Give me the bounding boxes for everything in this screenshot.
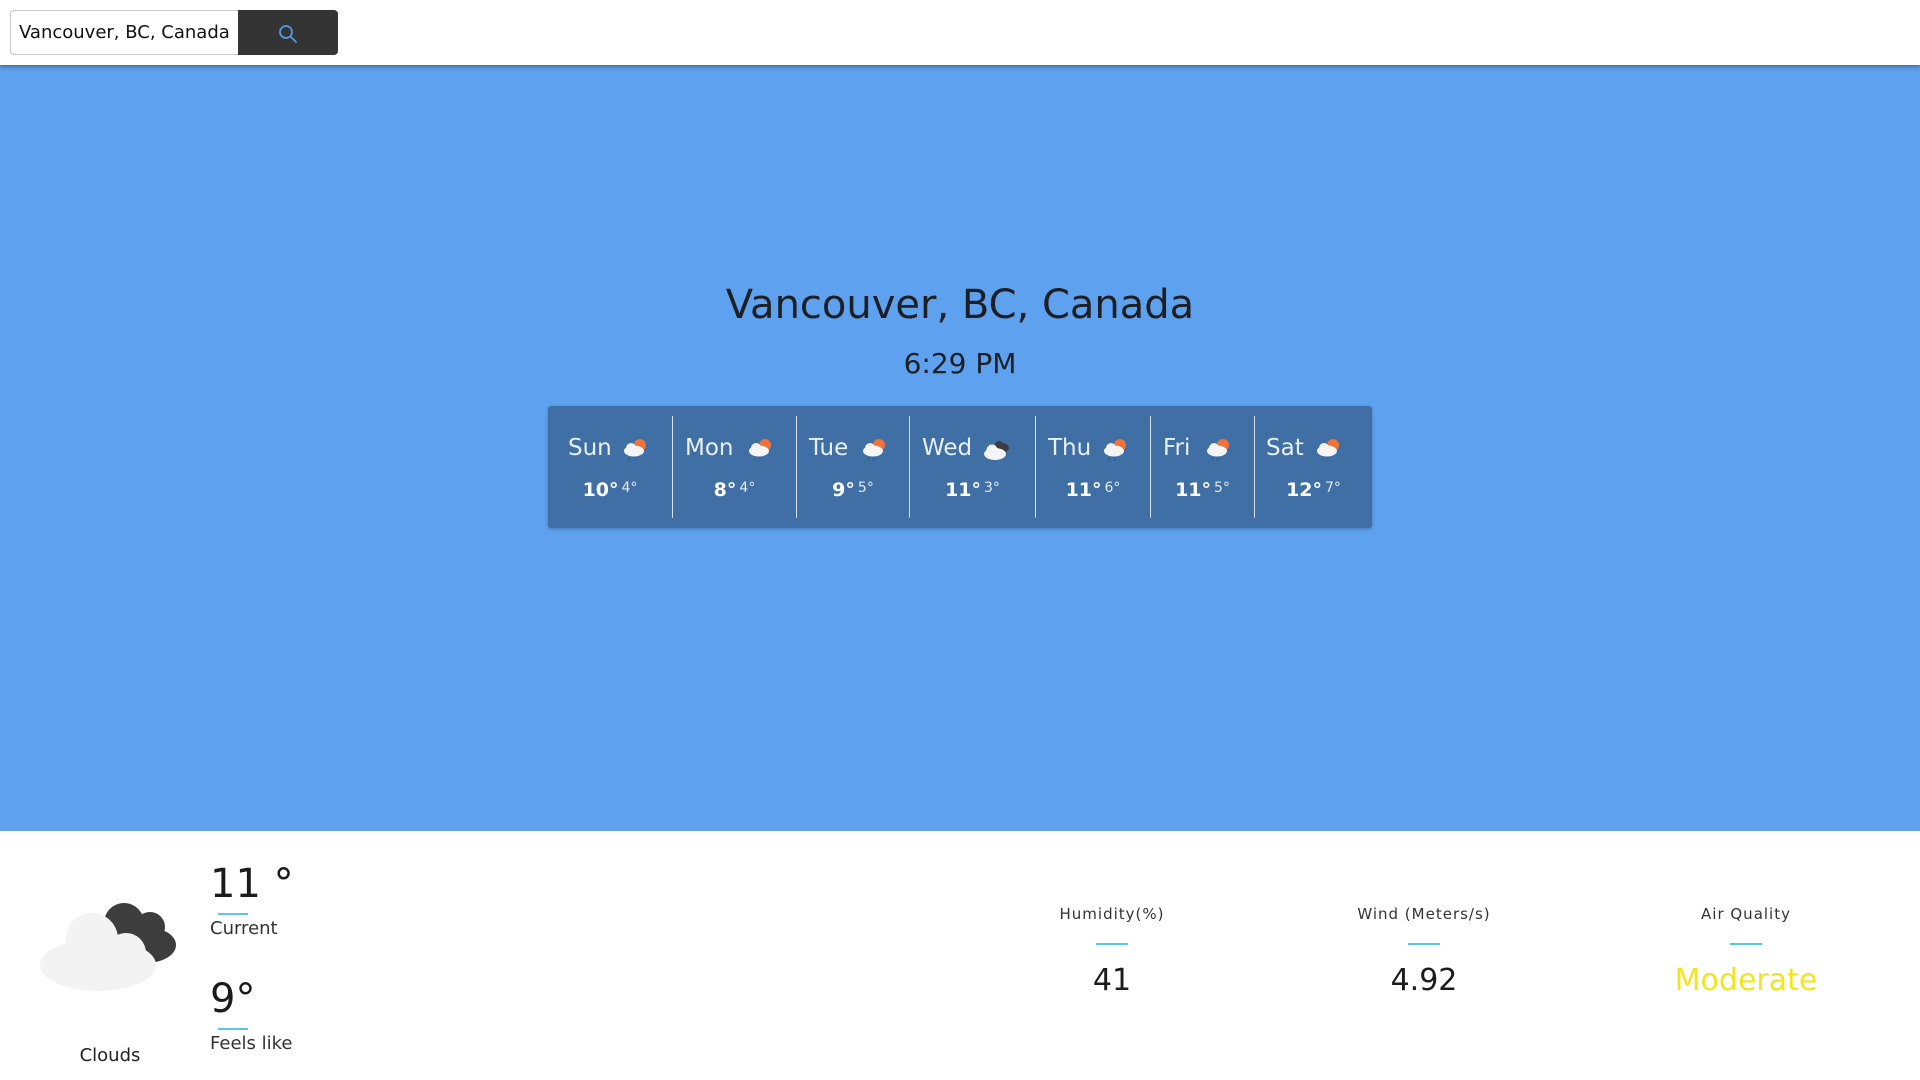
- divider: [1730, 943, 1762, 945]
- feels-like-temperature: 9°: [210, 976, 256, 1022]
- city-title: Vancouver, BC, Canada: [725, 282, 1195, 328]
- divider: [1096, 943, 1128, 945]
- wind-stat: Wind (Meters/s) 4.92: [1304, 905, 1544, 998]
- forecast-day-name: Tue: [809, 435, 849, 461]
- forecast-day: Tue 9° 5°: [796, 416, 909, 518]
- local-time: 6:29 PM: [903, 347, 1017, 380]
- forecast-low: 5°: [1214, 480, 1230, 496]
- forecast-high: 11°: [1175, 479, 1212, 501]
- search-icon: [279, 25, 297, 43]
- forecast-low: 5°: [857, 480, 874, 496]
- divider: [218, 913, 248, 915]
- forecast-day: Sun 10° 4°: [548, 416, 672, 518]
- forecast-low: 3°: [984, 480, 1000, 496]
- forecast-day: Thu 11° 6°: [1035, 416, 1150, 518]
- air-quality-label: Air Quality: [1701, 905, 1791, 923]
- humidity-value: 41: [1092, 963, 1132, 998]
- humidity-label: Humidity(%): [1059, 905, 1165, 923]
- forecast-day-name: Sun: [568, 435, 612, 461]
- forecast-low: 6°: [1104, 480, 1121, 496]
- current-label: Current: [210, 918, 278, 939]
- rain-sun-icon: [1104, 439, 1126, 462]
- top-bar: [0, 0, 1920, 65]
- current-temperature: 11 °: [210, 861, 294, 907]
- forecast-high: 12°: [1286, 479, 1323, 501]
- search-input[interactable]: [10, 10, 238, 55]
- forecast-day-name: Fri: [1163, 435, 1191, 461]
- forecast-high: 11°: [945, 479, 982, 501]
- rain-sun-icon: [1207, 439, 1229, 462]
- forecast-day-name: Mon: [685, 435, 734, 461]
- air-quality-value: Moderate: [1674, 963, 1818, 998]
- wind-label: Wind (Meters/s): [1357, 905, 1491, 923]
- divider: [1408, 943, 1440, 945]
- forecast-day-name: Sat: [1266, 435, 1304, 461]
- clouds-icon: [40, 903, 176, 991]
- humidity-stat: Humidity(%) 41: [992, 905, 1232, 998]
- cloudy-icon: [984, 441, 1009, 460]
- forecast-day: Sat 12° 7°: [1254, 416, 1372, 518]
- rain-sun-icon: [624, 439, 646, 462]
- forecast-low: 7°: [1325, 480, 1341, 496]
- rain-sun-icon: [1317, 439, 1339, 462]
- forecast-day: Wed 11° 3°: [909, 416, 1035, 518]
- hero-section: Vancouver, BC, Canada 6:29 PM Sun 10° 4° …: [0, 65, 1920, 831]
- forecast-high: 8°: [713, 479, 737, 501]
- rain-sun-icon: [863, 439, 885, 462]
- rain-sun-icon: [749, 439, 771, 462]
- weekly-forecast: Sun 10° 4° Mon 8° 4° Tue 9° 5° Wed 11° 3…: [548, 406, 1372, 528]
- feels-like-label: Feels like: [210, 1033, 293, 1054]
- air-quality-stat: Air Quality Moderate: [1626, 905, 1866, 998]
- wind-value: 4.92: [1390, 963, 1458, 998]
- forecast-high: 9°: [832, 479, 855, 501]
- forecast-high: 10°: [582, 479, 619, 501]
- forecast-low: 4°: [739, 480, 756, 496]
- forecast-high: 11°: [1065, 479, 1102, 501]
- divider: [218, 1028, 248, 1030]
- forecast-low: 4°: [621, 480, 638, 496]
- forecast-day: Mon 8° 4°: [672, 416, 796, 518]
- forecast-day-name: Thu: [1048, 435, 1092, 461]
- search-button[interactable]: [238, 10, 338, 55]
- forecast-day: Fri 11° 5°: [1150, 416, 1254, 518]
- condition-label: Clouds: [79, 1045, 141, 1066]
- forecast-day-name: Wed: [922, 435, 973, 461]
- current-conditions: Clouds 11 ° Current 9° Feels like Humidi…: [0, 831, 1920, 1080]
